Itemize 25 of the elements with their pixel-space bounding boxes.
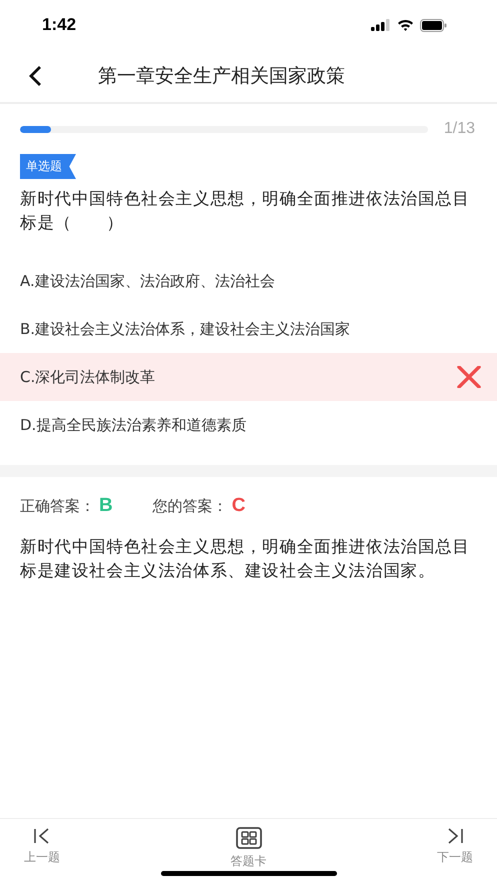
previous-button[interactable]: 上一题 — [12, 827, 72, 871]
question-text: 新时代中国特色社会主义思想，明确全面推进依法治国总目标是（ ） — [19, 188, 471, 234]
answer-sheet-button[interactable]: 答题卡 — [218, 827, 278, 871]
previous-icon — [33, 827, 51, 845]
correct-answer: B — [99, 495, 113, 517]
wifi-icon — [397, 19, 414, 31]
answer-option[interactable]: A.建设法治国家、法治政府、法治社会 — [0, 257, 497, 305]
grid-icon — [236, 827, 262, 849]
signal-icon — [371, 19, 391, 31]
wrong-icon — [457, 366, 481, 388]
answer-option[interactable]: C.深化司法体制改革 — [0, 353, 497, 401]
answer-option[interactable]: D.提高全民族法治素养和道德素质 — [0, 401, 497, 449]
your-answer: C — [232, 495, 246, 517]
your-answer-label: 您的答案： — [152, 496, 228, 516]
page-title: 第一章安全生产相关国家政策 — [98, 64, 345, 89]
next-button[interactable]: 下一题 — [425, 827, 485, 871]
battery-icon — [420, 18, 447, 32]
back-icon — [28, 65, 42, 87]
question-type-tag: 单选题 — [20, 154, 76, 179]
explanation-text: 新时代中国特色社会主义思想，明确全面推进依法治国总目标是建设社会主义法治体系、建设社会主义法治国家。 — [19, 536, 471, 582]
status-time: 1:42 — [42, 15, 76, 35]
correct-answer-label: 正确答案： — [20, 496, 95, 516]
question-counter: 1/13 — [444, 120, 475, 138]
answer-option[interactable]: B.建设社会主义法治体系，建设社会主义法治国家 — [0, 305, 497, 353]
next-icon — [446, 827, 464, 845]
